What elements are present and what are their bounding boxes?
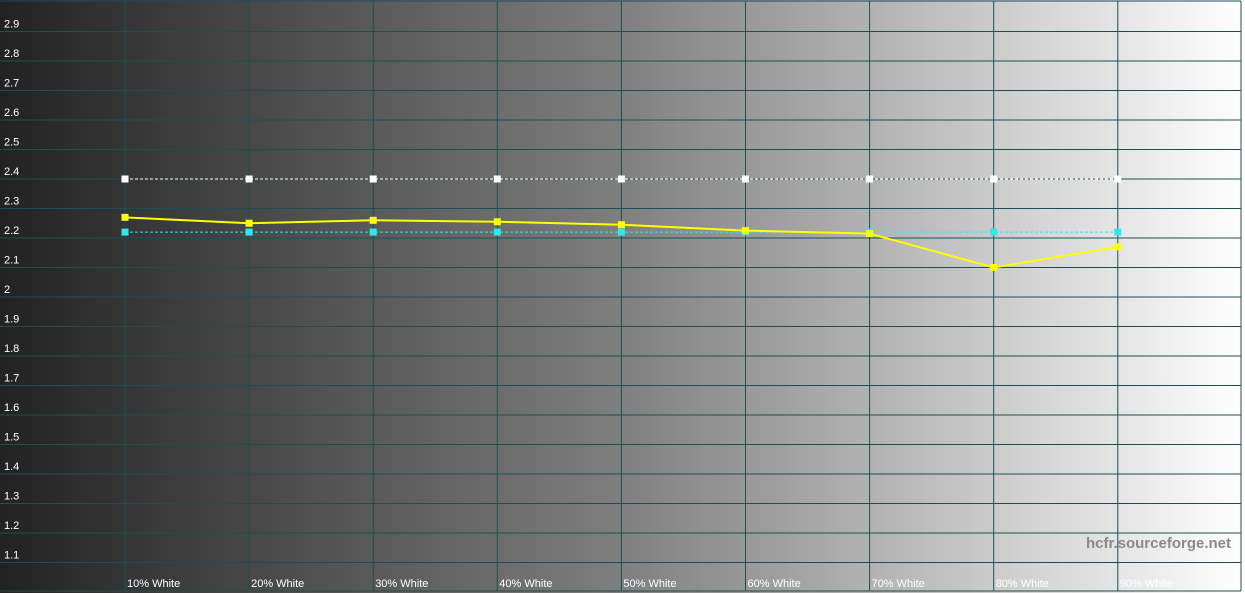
data-point-target (617, 228, 625, 236)
x-axis-categories: 10% White 20% White 30% White 40% White 50% … (127, 578, 1173, 590)
x-category-label: 70% White (872, 578, 925, 590)
data-point-target (245, 228, 253, 236)
y-tick-label: 2.4 (4, 166, 19, 178)
data-point-target (1114, 228, 1122, 236)
x-category-label: 40% White (499, 578, 552, 590)
gamma-chart-panel: 1.1 1.2 1.3 1.4 1.5 1.6 1.7 1.8 1.9 2 2.1 2.2 2.3 2.4… (0, 0, 1245, 593)
data-point-reference (245, 175, 253, 183)
x-category-label: 60% White (748, 578, 801, 590)
y-tick-label: 2.3 (4, 196, 19, 208)
data-point-reference (742, 175, 749, 183)
y-tick-label: 2 (4, 284, 10, 296)
data-point-measured (369, 216, 377, 224)
data-point-measured (990, 264, 998, 271)
y-tick-label: 1.1 (4, 550, 19, 562)
x-category-label: 90% White (1120, 578, 1173, 590)
data-point-reference (617, 175, 625, 183)
y-tick-label: 2.9 (4, 19, 19, 31)
y-tick-label: 1.6 (4, 402, 19, 414)
x-category-label: 10% White (127, 578, 180, 590)
data-point-measured (742, 227, 749, 235)
y-tick-label: 1.2 (4, 520, 19, 532)
data-point-target (493, 228, 501, 236)
y-tick-label: 2.6 (4, 107, 19, 119)
x-category-label: 20% White (251, 578, 304, 590)
y-tick-label: 2.1 (4, 255, 19, 267)
x-category-label: 30% White (375, 578, 428, 590)
y-tick-label: 1.5 (4, 432, 19, 444)
data-point-reference (493, 175, 501, 183)
y-tick-label: 1.7 (4, 373, 19, 385)
y-tick-label: 2.5 (4, 137, 19, 149)
y-tick-label: 2.2 (4, 225, 19, 237)
watermark-text: hcfr.sourceforge.net (1086, 535, 1231, 552)
data-point-measured (617, 221, 625, 229)
x-category-label: 50% White (623, 578, 676, 590)
data-point-reference (866, 175, 874, 183)
y-tick-label: 2.8 (4, 48, 19, 60)
gamma-chart: 1.1 1.2 1.3 1.4 1.5 1.6 1.7 1.8 1.9 2 2.1 2.2 2.3 2.4… (0, 0, 1245, 593)
data-point-measured (245, 219, 253, 227)
data-point-reference (121, 175, 129, 183)
data-point-measured (866, 230, 874, 238)
y-tick-label: 1.9 (4, 314, 19, 326)
data-point-reference (990, 175, 998, 183)
data-point-target (990, 228, 998, 236)
y-tick-label: 1.4 (4, 461, 19, 473)
data-point-reference (1114, 175, 1122, 183)
data-point-target (369, 228, 377, 236)
data-point-measured (493, 218, 501, 226)
x-category-label: 80% White (996, 578, 1049, 590)
data-point-measured (121, 213, 129, 221)
data-point-measured (1114, 243, 1122, 251)
y-tick-label: 2.7 (4, 78, 19, 90)
y-tick-label: 1.8 (4, 343, 19, 355)
data-point-target (121, 228, 129, 236)
y-tick-label: 1.3 (4, 491, 19, 503)
data-point-reference (369, 175, 377, 183)
